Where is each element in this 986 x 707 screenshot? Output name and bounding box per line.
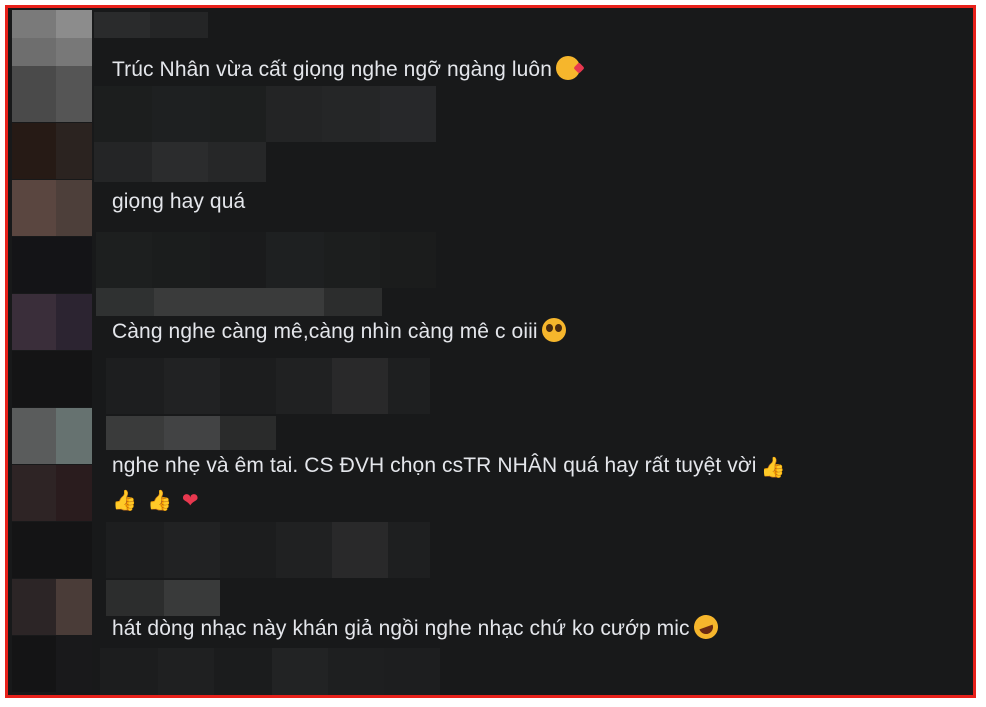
thumbs-up-icon: 👍 — [112, 488, 138, 512]
avatar[interactable] — [12, 294, 92, 350]
blurred-username — [96, 288, 382, 316]
blurred-reply-row — [94, 142, 266, 182]
avatar[interactable] — [12, 10, 92, 66]
comment-4-text: nghe nhẹ và êm tai. CS ĐVH chọn csTR NHÂ… — [112, 454, 757, 477]
blurred-reply-row — [106, 358, 430, 414]
avatar[interactable] — [12, 636, 92, 692]
pleading-face-icon — [541, 318, 566, 342]
comment-feed: Trúc Nhân vừa cất giọng nghe ngỡ ngàng l… — [8, 8, 973, 695]
screenshot-frame: Trúc Nhân vừa cất giọng nghe ngỡ ngàng l… — [5, 5, 976, 698]
avatar[interactable] — [12, 66, 92, 122]
comment-text: Trúc Nhân vừa cất giọng nghe ngỡ ngàng l… — [112, 54, 580, 86]
avatar[interactable] — [12, 180, 92, 236]
blurred-reply-row — [100, 648, 440, 695]
comment-3-text: Càng nghe càng mê,càng nhìn càng mê c oi… — [112, 320, 538, 343]
avatar[interactable] — [12, 579, 92, 635]
avatar[interactable] — [12, 522, 92, 578]
blurred-reply-row — [96, 232, 436, 288]
comment-1-text: Trúc Nhân vừa cất giọng nghe ngỡ ngàng l… — [112, 58, 552, 81]
smiling-face-with-hearts-icon — [555, 56, 580, 80]
avatar[interactable] — [12, 123, 92, 179]
comment-text: nghe nhẹ và êm tai. CS ĐVH chọn csTR NHÂ… — [112, 450, 902, 516]
heart-icon: ❤ — [181, 488, 199, 512]
avatar[interactable] — [12, 465, 92, 521]
comment-2-text: giọng hay quá — [112, 190, 246, 213]
blurred-reply-row — [94, 86, 436, 142]
avatar[interactable] — [12, 408, 92, 464]
thumbs-up-icon: 👍 — [146, 488, 172, 512]
blurred-username — [106, 416, 276, 450]
comment-text: hát dòng nhạc này khán giả ngồi nghe nhạ… — [112, 611, 722, 645]
blurred-reply-row — [106, 522, 430, 578]
blurred-username — [94, 12, 208, 38]
comment-text: giọng hay quá — [112, 186, 245, 218]
comment-text: Càng nghe càng mê,càng nhìn càng mê c oi… — [112, 316, 566, 348]
avatar[interactable] — [12, 351, 92, 407]
avatar[interactable] — [12, 237, 92, 293]
thumbs-up-icon: 👍 — [760, 455, 786, 479]
rolling-laughing-icon — [690, 611, 722, 643]
blurred-username — [106, 580, 220, 616]
comment-5-text: hát dòng nhạc này khán giả ngồi nghe nhạ… — [112, 617, 690, 640]
